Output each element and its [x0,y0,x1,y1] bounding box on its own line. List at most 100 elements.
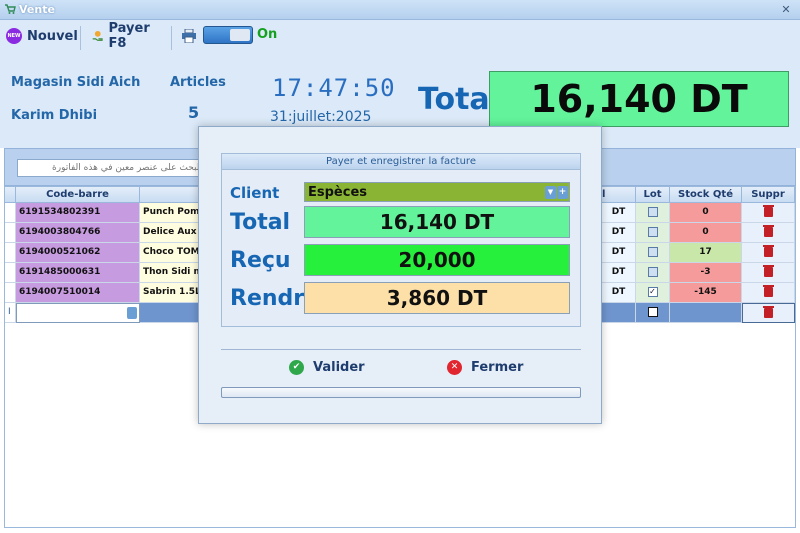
new-icon: NEW [6,28,22,44]
close-button[interactable]: ✕ Fermer [447,357,523,377]
lot-checkbox[interactable] [647,246,658,257]
pay-button[interactable]: Payer F8 [92,21,154,51]
lot-checkbox[interactable] [647,206,658,217]
modal-total-value: 16,140 DT [304,206,570,238]
stock-qty-cell: 0 [670,223,742,243]
articles-count: 5 [188,103,200,122]
price-unit-cell[interactable]: DT [602,243,636,263]
toolbar-separator [171,26,172,50]
toggle-knob[interactable] [230,29,250,41]
search-input[interactable] [17,159,207,177]
add-client-icon[interactable]: + [557,186,568,199]
row-marker [5,283,16,303]
stock-qty-cell: -3 [670,263,742,283]
articles-label: Articles [170,75,226,90]
chevron-down-icon[interactable] [127,307,137,319]
trash-icon[interactable] [763,305,774,318]
delete-cell[interactable] [742,243,795,263]
row-marker [5,203,16,223]
delete-cell[interactable] [742,223,795,243]
barcode-cell[interactable]: 6194007510014 [16,283,140,303]
row-header [5,187,16,203]
new-row-stock-cell [670,303,742,323]
lot-cell[interactable] [636,243,670,263]
window-titlebar: Vente ✕ [0,0,800,20]
barcode-cell[interactable]: 6191534802391 [16,203,140,223]
client-select[interactable]: Espèces ▼ + [304,182,570,202]
progress-bar [221,387,581,398]
delete-cell[interactable] [742,263,795,283]
stock-qty-cell: -145 [670,283,742,303]
delete-cell[interactable] [742,283,795,303]
code-entry-field[interactable] [16,303,140,323]
stock-qty-cell: 17 [670,243,742,263]
toggle-state-label: On [257,27,278,42]
pay-button-label: Payer F8 [108,21,150,51]
new-row-delete-cell[interactable] [742,303,795,323]
payment-dialog-title: Payer et enregistrer la facture [222,154,580,170]
column-header-suppr[interactable]: Suppr [742,187,795,203]
validate-button[interactable]: ✔ Valider [289,357,365,377]
store-name: Magasin Sidi Aich [11,75,141,90]
printer-icon[interactable] [181,29,197,43]
modal-total-label: Total [230,210,291,235]
payment-dialog: Payer et enregistrer la facture Client E… [198,126,602,424]
chevron-down-icon[interactable]: ▼ [545,186,556,199]
trash-icon[interactable] [762,244,774,257]
price-unit-cell[interactable]: DT [602,263,636,283]
client-value: Espèces [308,184,368,200]
barcode-cell[interactable]: 6191485000631 [16,263,140,283]
barcode-cell[interactable]: 6194003804766 [16,223,140,243]
payment-panel: Payer et enregistrer la facture Client E… [221,153,581,327]
column-header-lot[interactable]: Lot [636,187,670,203]
price-unit-cell[interactable]: DT [602,283,636,303]
cashier-name: Karim Dhibi [11,108,98,123]
trash-icon[interactable] [762,264,774,277]
total-display: 16,140 DT [489,71,789,127]
lot-cell[interactable] [636,203,670,223]
lot-cell[interactable] [636,223,670,243]
check-icon: ✔ [289,359,304,375]
total-label: Total [418,82,500,117]
modal-divider [221,349,581,350]
new-row-unit-cell[interactable] [602,303,636,323]
trash-icon[interactable] [762,204,774,217]
date: 31:juillet:2025 [270,109,372,125]
print-toggle[interactable] [203,26,253,44]
row-cursor-marker: I [5,303,16,323]
cart-icon [5,4,16,14]
column-header-stock[interactable]: Stock Qté [670,187,742,203]
lot-cell[interactable] [636,263,670,283]
price-unit-cell[interactable]: DT [602,223,636,243]
barcode-cell[interactable]: 6194000521062 [16,243,140,263]
column-header-code[interactable]: Code-barre [16,187,140,203]
trash-icon[interactable] [762,284,774,297]
payment-icon [92,30,103,41]
lot-cell[interactable]: ✓ [636,283,670,303]
received-label: Reçu [230,248,291,273]
toolbar-separator [80,26,81,50]
validate-button-label: Valider [313,359,365,375]
lot-checkbox[interactable] [647,306,658,317]
window-title: Vente [19,3,55,16]
change-value: 3,860 DT [304,282,570,314]
received-input[interactable]: 20,000 [304,244,570,276]
new-button-label: Nouvel [27,28,78,44]
clock: 17:47:50 [272,74,396,102]
lot-checkbox[interactable] [647,266,658,277]
lot-checkbox[interactable]: ✓ [647,286,658,297]
close-icon[interactable]: ✕ [778,2,794,17]
client-label: Client [230,184,280,202]
close-button-label: Fermer [471,359,524,375]
price-unit-cell[interactable]: DT [602,203,636,223]
row-marker [5,263,16,283]
close-icon: ✕ [447,359,462,375]
new-button[interactable]: NEW Nouvel [6,24,78,48]
column-header-unit[interactable]: l [602,187,636,203]
new-row-lot-cell[interactable] [636,303,670,323]
trash-icon[interactable] [762,224,774,237]
delete-cell[interactable] [742,203,795,223]
lot-checkbox[interactable] [647,226,658,237]
row-marker [5,223,16,243]
row-marker [5,243,16,263]
